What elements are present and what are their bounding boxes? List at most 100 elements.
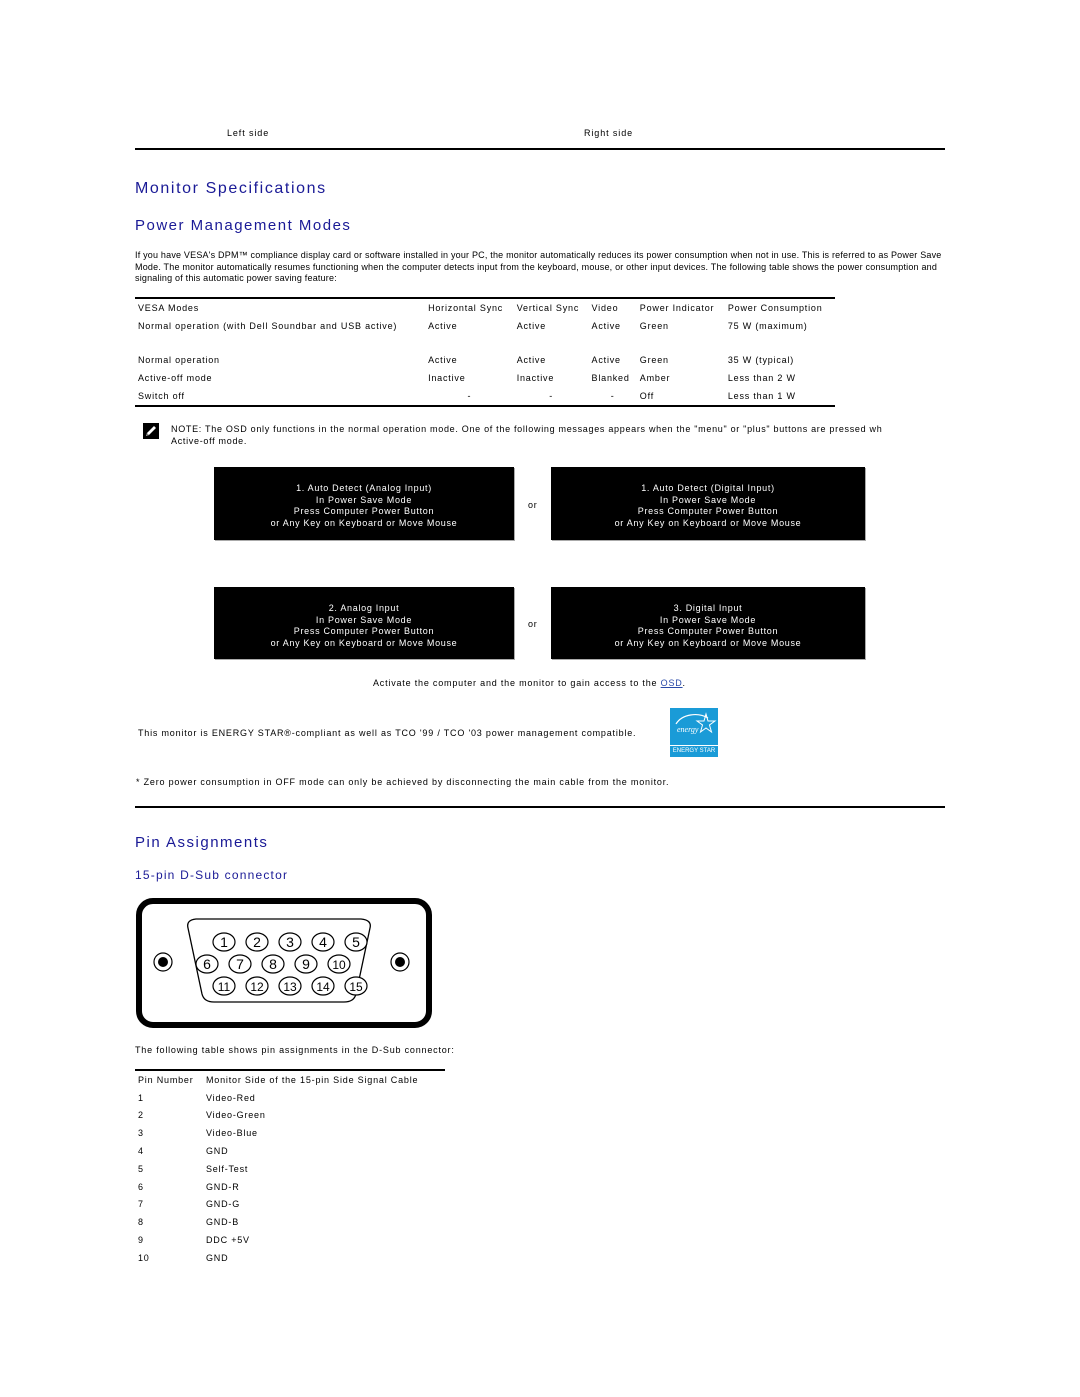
osd-line: Press Computer Power Button — [293, 626, 435, 636]
table-row: 7 GND-G — [135, 1196, 445, 1214]
divider — [135, 806, 945, 808]
cell: 75 W (maximum) — [727, 321, 808, 331]
cell: Inactive — [428, 373, 466, 383]
pin-number: 9 — [138, 1235, 144, 1246]
header-pin-number: Pin Number — [138, 1074, 194, 1085]
pin-table-intro: The following table shows pin assignment… — [135, 1045, 455, 1055]
left-side-link[interactable]: Left side — [227, 128, 269, 138]
pin-label: 9 — [302, 956, 310, 972]
table-row: Normal operation (with Dell Soundbar and… — [135, 317, 835, 351]
right-side-link[interactable]: Right side — [584, 128, 633, 138]
pin-label: 7 — [236, 956, 244, 972]
header-vertical-sync: Vertical Sync — [516, 303, 580, 313]
connector-pin-5: 5 — [344, 932, 368, 952]
pin-label: 12 — [250, 980, 264, 994]
pin-number: 6 — [138, 1181, 144, 1192]
cell: Blanked — [591, 373, 630, 383]
pin-label: 6 — [203, 956, 211, 972]
header-horizontal-sync: Horizontal Sync — [428, 303, 504, 313]
cell: Green — [639, 321, 669, 331]
table-row: Switch off - - - Off Less than 1 W — [135, 387, 835, 406]
connector-pin-11: 11 — [212, 976, 236, 996]
connector-pin-3: 3 — [278, 932, 302, 952]
pin-number: 7 — [138, 1199, 144, 1210]
osd-line: Press Computer Power Button — [293, 506, 435, 516]
energy-star-label: ENERGY STAR — [670, 745, 718, 755]
cell: Less than 1 W — [727, 391, 796, 401]
table-row: 9 DDC +5V — [135, 1231, 445, 1249]
pin-number: 1 — [138, 1092, 144, 1103]
pin-label: 4 — [319, 934, 327, 950]
table-row: 8 GND-B — [135, 1213, 445, 1231]
cell: Amber — [639, 373, 671, 383]
cell: Less than 2 W — [727, 373, 796, 383]
osd-title: 1. Auto Detect (Analog Input) — [296, 483, 432, 493]
osd-line: or Any Key on Keyboard or Move Mouse — [614, 517, 802, 528]
header-vesa-modes: VESA Modes — [138, 303, 200, 313]
pin-label: 8 — [269, 956, 277, 972]
osd-line: In Power Save Mode — [659, 494, 757, 505]
energy-star-statement: This monitor is ENERGY STAR®-compliant a… — [138, 728, 637, 738]
osd-line: Press Computer Power Button — [637, 626, 779, 636]
osd-message-auto-detect-digital: 1. Auto Detect (Digital Input) In Power … — [551, 467, 865, 540]
divider — [135, 148, 945, 150]
table-header-row: Pin Number Monitor Side of the 15-pin Si… — [135, 1070, 445, 1089]
cell: Active — [591, 355, 621, 365]
note-pencil-icon — [143, 423, 159, 439]
pin-number: 2 — [138, 1110, 144, 1121]
pin-signal: GND-B — [206, 1217, 239, 1228]
table-row: 2 Video-Green — [135, 1107, 445, 1125]
table-row: 3 Video-Blue — [135, 1124, 445, 1142]
osd-line: In Power Save Mode — [315, 494, 413, 505]
pin-signal: Self-Test — [206, 1163, 249, 1174]
header-power-consumption: Power Consumption — [727, 303, 823, 313]
pin-label: 15 — [349, 980, 363, 994]
osd-title: 1. Auto Detect (Digital Input) — [641, 483, 775, 493]
osd-message-auto-detect-analog: 1. Auto Detect (Analog Input) In Power S… — [214, 467, 514, 540]
connector-pin-12: 12 — [245, 976, 269, 996]
pin-signal: DDC +5V — [206, 1235, 250, 1246]
cell: - — [467, 391, 472, 401]
table-row: 1 Video-Red — [135, 1089, 445, 1107]
osd-link[interactable]: OSD — [661, 678, 683, 688]
connector-pin-6: 6 — [195, 954, 219, 974]
table-row: 5 Self-Test — [135, 1160, 445, 1178]
power-management-heading: Power Management Modes — [135, 217, 352, 234]
header-signal: Monitor Side of the 15-pin Side Signal C… — [206, 1074, 419, 1085]
table-row: Normal operation Active Active Active Gr… — [135, 351, 835, 369]
power-modes-table: VESA Modes Horizontal Sync Vertical Sync… — [135, 297, 835, 407]
cell: Off — [639, 391, 655, 401]
pin-number: 5 — [138, 1163, 144, 1174]
pin-assignment-table: Pin Number Monitor Side of the 15-pin Si… — [135, 1069, 445, 1267]
pin-assignments-heading: Pin Assignments — [135, 834, 269, 851]
page-title: Monitor Specifications — [135, 180, 327, 197]
table-row: 10 GND — [135, 1249, 445, 1267]
pin-signal: Video-Red — [206, 1092, 256, 1103]
energy-script: energy — [677, 725, 699, 734]
osd-line: In Power Save Mode — [659, 614, 757, 625]
cell: Normal operation (with Dell Soundbar and… — [138, 321, 398, 331]
connector-pin-1: 1 — [212, 932, 236, 952]
note-line-2: Active-off mode. — [171, 435, 248, 446]
table-row: Active-off mode Inactive Inactive Blanke… — [135, 369, 835, 387]
activate-text-body: Activate the computer and the monitor to… — [373, 678, 661, 688]
pin-signal: Video-Blue — [206, 1128, 258, 1139]
pin-signal: GND-R — [206, 1181, 240, 1192]
mount-hole-left — [153, 952, 173, 972]
osd-message-digital-input: 3. Digital Input In Power Save Mode Pres… — [551, 587, 865, 659]
activate-text: Activate the computer and the monitor to… — [373, 678, 686, 688]
osd-message-analog-input: 2. Analog Input In Power Save Mode Press… — [214, 587, 514, 659]
cell: - — [610, 391, 615, 401]
connector-pin-15: 15 — [344, 976, 368, 996]
pin-number: 10 — [138, 1252, 150, 1263]
or-label: or — [528, 500, 538, 510]
osd-title: 2. Analog Input — [328, 603, 400, 613]
table-row: 6 GND-R — [135, 1178, 445, 1196]
connector-pin-10: 10 — [327, 954, 351, 974]
osd-line: Press Computer Power Button — [637, 506, 779, 516]
pin-signal: GND — [206, 1146, 229, 1157]
cell: 35 W (typical) — [727, 355, 795, 365]
connector-pin-14: 14 — [311, 976, 335, 996]
power-intro-paragraph: If you have VESA's DPM™ compliance displ… — [135, 250, 942, 283]
cell: Active — [516, 355, 547, 365]
